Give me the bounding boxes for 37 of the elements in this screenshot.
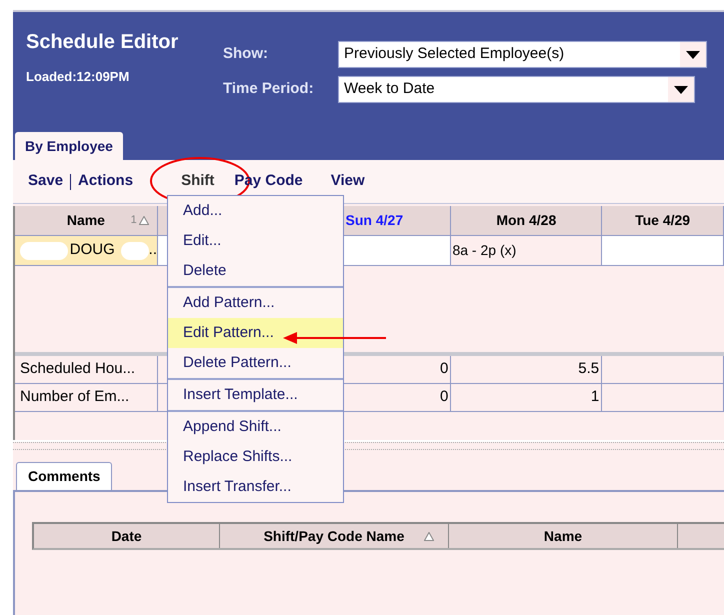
- column-header[interactable]: Tue 4/29: [602, 206, 724, 235]
- loaded-time: Loaded:12:09PM: [26, 68, 130, 86]
- sort-order: 1: [130, 213, 137, 228]
- dropdown[interactable]: Week to Date: [338, 76, 695, 103]
- truncation-mark: ..: [148, 240, 157, 260]
- menu-item[interactable]: Edit Pattern...: [168, 318, 343, 348]
- toolbar-menu[interactable]: Shift: [181, 170, 214, 193]
- column-header[interactable]: Mon 4/28: [451, 206, 602, 235]
- shift-cell[interactable]: [602, 236, 724, 265]
- column-header[interactable]: Date: [34, 524, 220, 548]
- toolbar-menu[interactable]: View: [330, 170, 365, 193]
- employee-name-cell[interactable]: DOUG ..: [15, 236, 158, 265]
- menu-item[interactable]: Add Pattern...: [168, 288, 343, 318]
- toolbar-menu[interactable]: Save: [28, 170, 64, 193]
- filter-label: Time Period:: [223, 79, 315, 100]
- summary-cell: 5.5: [451, 356, 602, 383]
- column-header[interactable]: Name: [449, 524, 678, 548]
- toolbar-menu[interactable]: Actions: [78, 170, 134, 193]
- redaction-mark: [120, 242, 149, 260]
- menu-item[interactable]: Insert Template...: [168, 380, 343, 410]
- shift-cell[interactable]: 8a - 2p (x): [451, 236, 602, 265]
- filter-label: Show:: [223, 44, 269, 64]
- menu-item[interactable]: Append Shift...: [168, 412, 343, 442]
- tab[interactable]: By Employee: [15, 132, 123, 160]
- summary-label: Number of Em...: [15, 384, 158, 411]
- dropdown[interactable]: Previously Selected Employee(s): [338, 41, 707, 68]
- summary-label: Scheduled Hou...: [15, 356, 158, 383]
- column-header[interactable]: Name 1: [15, 206, 158, 235]
- employee-name: DOUG: [70, 240, 115, 260]
- redaction-mark: [20, 242, 68, 260]
- tab[interactable]: Comments: [16, 462, 112, 490]
- app-title: Schedule Editor: [26, 30, 180, 55]
- summary-cell: 1: [451, 384, 602, 411]
- menu-item[interactable]: Delete: [168, 256, 343, 286]
- column-header[interactable]: Shift/Pay Code Name: [220, 524, 449, 548]
- menu-item[interactable]: Replace Shifts...: [168, 442, 343, 472]
- menu-item[interactable]: Insert Transfer...: [168, 472, 343, 502]
